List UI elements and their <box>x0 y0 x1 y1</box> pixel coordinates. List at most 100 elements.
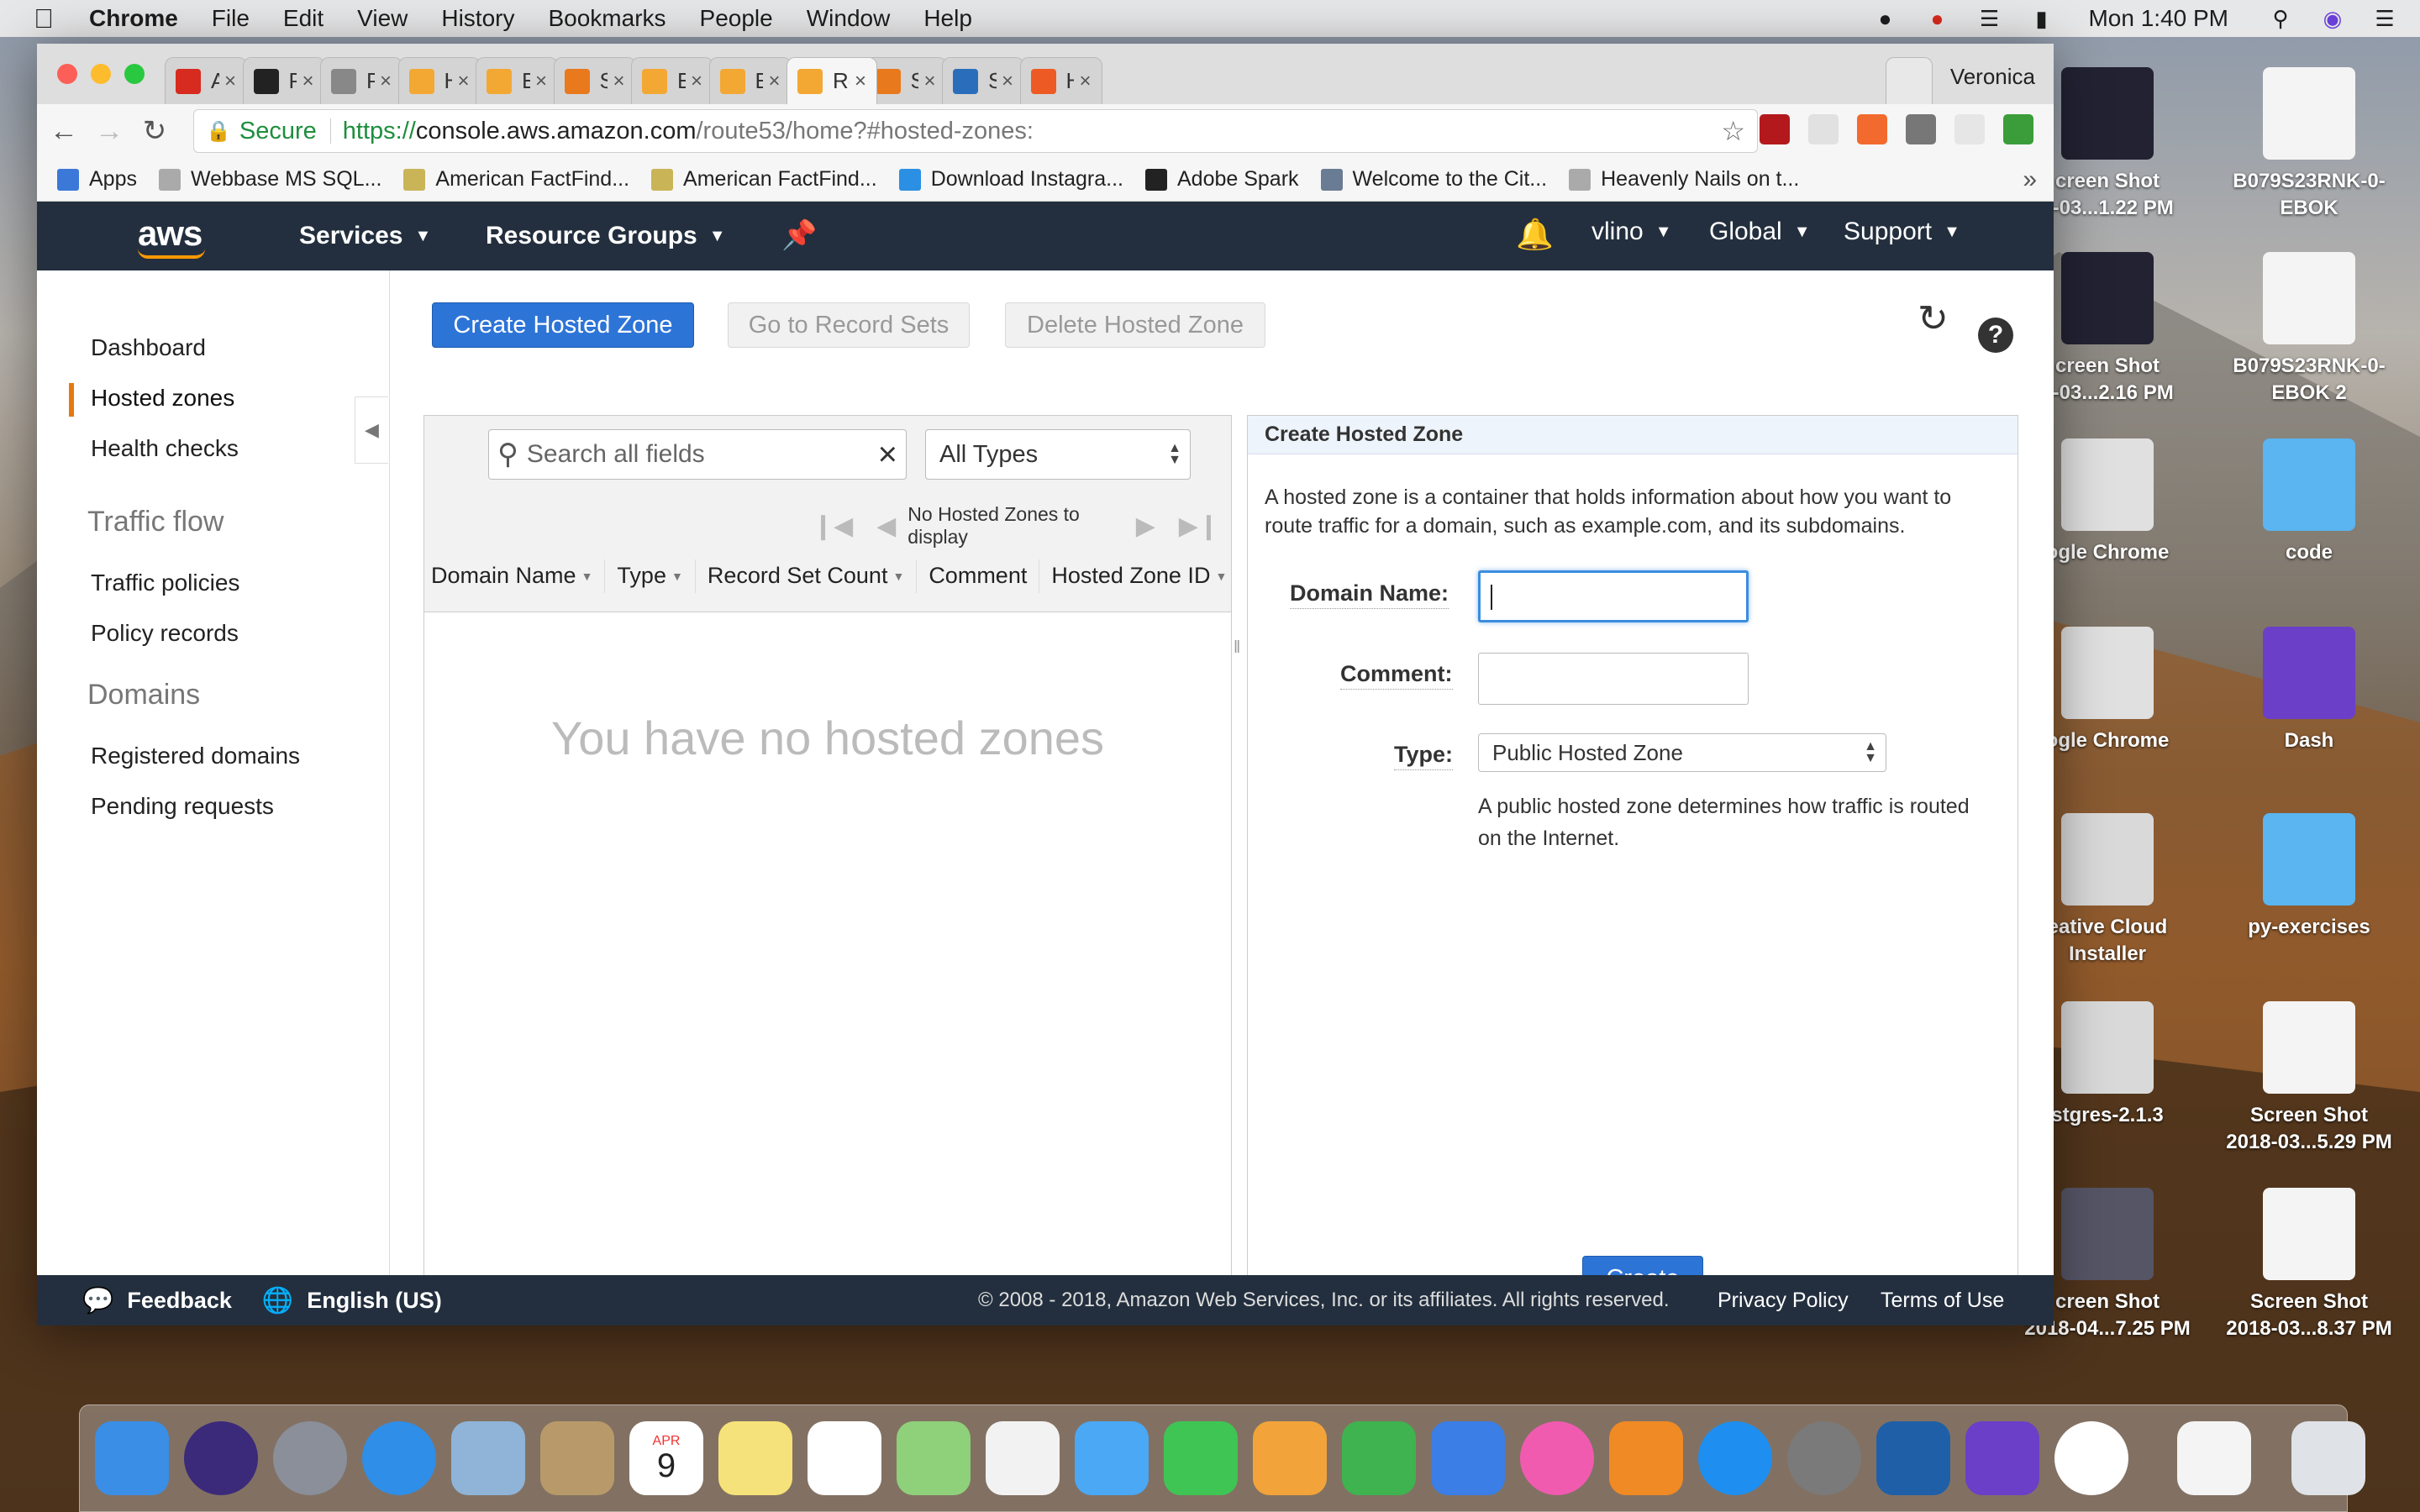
desktop-icon[interactable]: Screen Shot 2018-03...5.29 PM <box>2208 1001 2410 1156</box>
reload-icon[interactable]: ↻ <box>136 113 173 150</box>
menu-file[interactable]: File <box>212 5 250 32</box>
close-tab-icon[interactable]: × <box>457 70 469 93</box>
launchpad-dock-icon[interactable] <box>273 1421 347 1495</box>
close-tab-icon[interactable]: × <box>691 70 702 93</box>
vscode-dock-icon[interactable] <box>1876 1421 1950 1495</box>
desktop-icon[interactable]: Dash <box>2208 627 2410 754</box>
browser-tab[interactable]: Hous × <box>1019 57 1102 104</box>
reminders-dock-icon[interactable] <box>808 1421 881 1495</box>
search-input[interactable]: ⚲ Search all fields × <box>488 429 907 480</box>
numbers-dock-icon[interactable] <box>1342 1421 1416 1495</box>
type-filter-select[interactable]: All Types ▲ ▼ <box>925 429 1191 480</box>
keynote-dock-icon[interactable] <box>1431 1421 1505 1495</box>
browser-tab[interactable]: Postic × <box>242 57 325 104</box>
cors-extension-icon[interactable] <box>2003 114 2033 144</box>
back-arrow-icon[interactable]: ← <box>45 113 82 150</box>
sidebar-item-registered-domains[interactable]: Registered domains <box>91 743 300 769</box>
browser-tab[interactable]: Route × <box>786 57 877 104</box>
browser-tab[interactable]: Hosti × <box>397 57 481 104</box>
forward-arrow-icon[interactable]: → <box>91 113 128 150</box>
user-menu[interactable]: vlino ▼ <box>1591 218 1672 245</box>
creative-cloud-icon[interactable]: ● <box>1920 6 1954 31</box>
menu-app-name[interactable]: Chrome <box>89 5 178 32</box>
column-type[interactable]: Type ▼ <box>605 559 696 593</box>
dash-dock-icon[interactable] <box>1965 1421 2039 1495</box>
first-page-icon[interactable]: ❙◀ <box>813 512 853 541</box>
menu-history[interactable]: History <box>441 5 514 32</box>
ibooks-dock-icon[interactable] <box>1609 1421 1683 1495</box>
acrobat-extension-icon[interactable] <box>1760 114 1790 144</box>
bookmark-item[interactable]: Adobe Spark <box>1144 167 1299 192</box>
browser-tab[interactable]: Adob × <box>165 57 247 104</box>
prev-page-icon[interactable]: ◀ <box>876 512 896 541</box>
apps-bookmark[interactable]: Apps <box>57 167 137 192</box>
menu-people[interactable]: People <box>700 5 773 32</box>
close-tab-icon[interactable]: × <box>855 70 866 93</box>
siri-icon[interactable]: ◉ <box>2316 6 2349 31</box>
chrome-menu-icon[interactable]: ⋮ <box>2052 114 2054 144</box>
sidebar-item-hosted-zones[interactable]: Hosted zones <box>91 385 234 412</box>
contacts-dock-icon[interactable] <box>540 1421 614 1495</box>
safari-dock-icon[interactable] <box>362 1421 436 1495</box>
zone-type-select[interactable]: Public Hosted Zone ▲ ▼ <box>1478 733 1886 772</box>
column-comment[interactable]: Comment <box>917 559 1040 593</box>
close-tab-icon[interactable]: × <box>613 70 624 93</box>
close-tab-icon[interactable]: × <box>380 70 392 93</box>
close-tab-icon[interactable]: × <box>768 70 780 93</box>
go-to-record-sets-button[interactable]: Go to Record Sets <box>728 302 970 348</box>
menu-edit[interactable]: Edit <box>283 5 324 32</box>
feedback-link[interactable]: 💬 Feedback <box>82 1286 232 1315</box>
support-menu[interactable]: Support ▼ <box>1844 218 1960 245</box>
battery-icon[interactable]: ▮ <box>2024 6 2058 31</box>
evernote-icon[interactable]: ● <box>1868 6 1902 31</box>
menubar-clock[interactable]: Mon 1:40 PM <box>2088 5 2228 32</box>
mail-dock-icon[interactable] <box>451 1421 525 1495</box>
close-tab-icon[interactable]: × <box>923 70 935 93</box>
extension-icon[interactable] <box>1954 114 1985 144</box>
extension-icon[interactable] <box>1857 114 1887 144</box>
menu-bookmarks[interactable]: Bookmarks <box>548 5 666 32</box>
domain-name-field[interactable] <box>1478 570 1749 622</box>
close-tab-icon[interactable]: × <box>1079 70 1091 93</box>
notification-center-icon[interactable]: ☰ <box>2368 6 2402 31</box>
resource-groups-menu[interactable]: Resource Groups ▼ <box>486 222 726 250</box>
browser-tab[interactable]: Smar × <box>942 57 1024 104</box>
itunes-dock-icon[interactable] <box>1520 1421 1594 1495</box>
chrome-dock-icon[interactable] <box>2054 1421 2128 1495</box>
aws-logo[interactable]: aws <box>138 213 203 254</box>
profile-name[interactable]: Veronica <box>1950 64 2035 90</box>
desktop-icon[interactable]: Screen Shot 2018-03...8.37 PM <box>2208 1188 2410 1342</box>
browser-tab[interactable]: S3 Mi × <box>553 57 636 104</box>
region-menu[interactable]: Global ▼ <box>1709 218 1811 245</box>
siri-dock-icon[interactable] <box>184 1421 258 1495</box>
comment-field[interactable] <box>1478 653 1749 705</box>
last-page-icon[interactable]: ▶❙ <box>1179 512 1219 541</box>
bookmark-item[interactable]: Welcome to the Cit... <box>1320 167 1547 192</box>
language-selector[interactable]: 🌐 English (US) <box>262 1286 442 1315</box>
privacy-policy-link[interactable]: Privacy Policy <box>1718 1289 1849 1313</box>
trash-dock-icon[interactable] <box>2291 1421 2365 1495</box>
new-tab-button[interactable] <box>1886 57 1933 104</box>
desktop-icon[interactable]: B079S23RNK-0- EBOK 2 <box>2208 252 2410 407</box>
minimize-window-button[interactable] <box>91 64 111 84</box>
next-page-icon[interactable]: ▶ <box>1136 512 1155 541</box>
finder-dock-icon[interactable] <box>95 1421 169 1495</box>
browser-tab[interactable]: Exam × <box>708 57 792 104</box>
menu-help[interactable]: Help <box>923 5 972 32</box>
close-window-button[interactable] <box>57 64 77 84</box>
bookmark-item[interactable]: American FactFind... <box>403 167 629 192</box>
close-tab-icon[interactable]: × <box>302 70 313 93</box>
close-tab-icon[interactable]: × <box>224 70 236 93</box>
spotlight-search-icon[interactable]: ⚲ <box>2264 6 2297 31</box>
messages-dock-icon[interactable] <box>1075 1421 1149 1495</box>
browser-tab[interactable]: Enabl × <box>476 57 558 104</box>
create-hosted-zone-button[interactable]: Create Hosted Zone <box>432 302 694 348</box>
column-record-set-count[interactable]: Record Set Count ▼ <box>696 559 918 593</box>
menu-window[interactable]: Window <box>807 5 891 32</box>
extension-icon[interactable] <box>1906 114 1936 144</box>
system-preferences-dock-icon[interactable] <box>1787 1421 1861 1495</box>
maps-dock-icon[interactable] <box>897 1421 971 1495</box>
delete-hosted-zone-button[interactable]: Delete Hosted Zone <box>1005 302 1265 348</box>
address-bar[interactable]: 🔒 Secure https:// console.aws.amazon.com… <box>193 109 1758 153</box>
bookmark-item[interactable]: Heavenly Nails on t... <box>1569 167 1799 192</box>
